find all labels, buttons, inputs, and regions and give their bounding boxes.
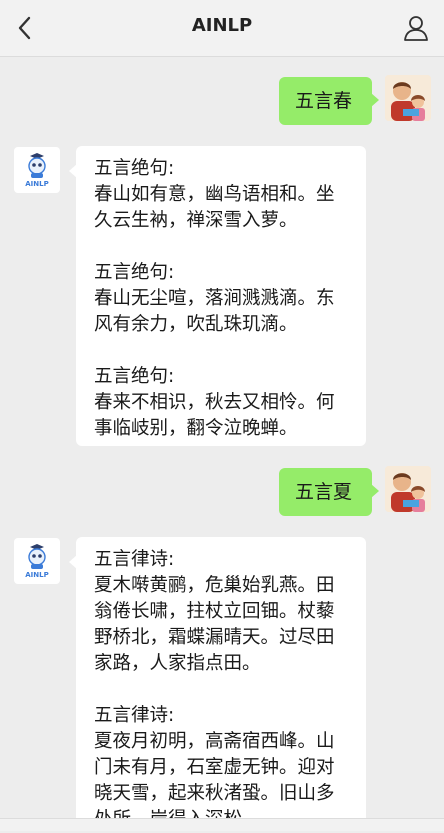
- top-bar: AINLP: [0, 0, 444, 57]
- bot-brand-label: AINLP: [25, 570, 49, 579]
- poem-line: 事临岐别，翻令泣晚蝉。: [94, 418, 298, 439]
- chat-title: AINLP: [191, 15, 253, 36]
- input-bar-edge: [0, 818, 444, 831]
- bot-message-bubble[interactable]: 五言律诗: 夏木啭黄鹂，危巢始乳燕。田 翁倦长啸，拄杖立回钿。杖藜 野桥北，霜蝶…: [69, 537, 366, 830]
- robot-mascot-icon: [28, 152, 46, 178]
- poem-line: 五言律诗:: [94, 549, 175, 570]
- poem-line: 夏木啭黄鹂，危巢始乳燕。田: [94, 575, 335, 596]
- poem-line: 家路，人家指点田。: [94, 653, 261, 674]
- poem-line: 风有余力，吹乱珠玑滴。: [94, 314, 298, 335]
- poem-line: 门未有月，石室虚无钟。迎对: [94, 757, 335, 778]
- user-avatar[interactable]: [385, 75, 431, 121]
- poem-line: 晓天雪，起来秋渚蛩。旧山多: [94, 783, 335, 804]
- poem-line: 夏夜月初明，高斋宿西峰。山: [94, 731, 335, 752]
- poem-line: 野桥北，霜蝶漏晴天。过尽田: [94, 627, 335, 648]
- user-message-text: 五言春: [295, 90, 353, 112]
- bot-message-bubble[interactable]: 五言绝句: 春山如有意，幽鸟语相和。坐 久云生衲，禅深雪入萝。 五言绝句: 春山…: [69, 146, 366, 446]
- avatar-illustration-icon: [385, 466, 431, 512]
- poem-line: 春山无尘喧，落涧溅溅滴。东: [94, 288, 335, 309]
- bot-brand-label: AINLP: [25, 179, 49, 188]
- poem-line: 五言绝句:: [94, 366, 175, 387]
- poem-line: 五言绝句:: [94, 262, 175, 283]
- bot-avatar[interactable]: AINLP: [14, 147, 60, 193]
- user-avatar[interactable]: [385, 466, 431, 512]
- poem-line: 五言绝句:: [94, 158, 175, 179]
- poem-line: 翁倦长啸，拄杖立回钿。杖藜: [94, 601, 335, 622]
- poem-line: 久云生衲，禅深雪入萝。: [94, 210, 298, 231]
- robot-mascot-icon: [28, 543, 46, 569]
- user-message-text: 五言夏: [295, 481, 353, 503]
- poem-line: 五言律诗:: [94, 705, 175, 726]
- avatar-illustration-icon: [385, 75, 431, 121]
- poem-line: 春来不相识，秋去又相怜。何: [94, 392, 335, 413]
- poem-line: 春山如有意，幽鸟语相和。坐: [94, 184, 335, 205]
- user-profile-icon[interactable]: [402, 14, 430, 42]
- bot-avatar[interactable]: AINLP: [14, 538, 60, 584]
- user-message-bubble[interactable]: 五言夏: [279, 468, 379, 516]
- user-message-bubble[interactable]: 五言春: [279, 77, 379, 125]
